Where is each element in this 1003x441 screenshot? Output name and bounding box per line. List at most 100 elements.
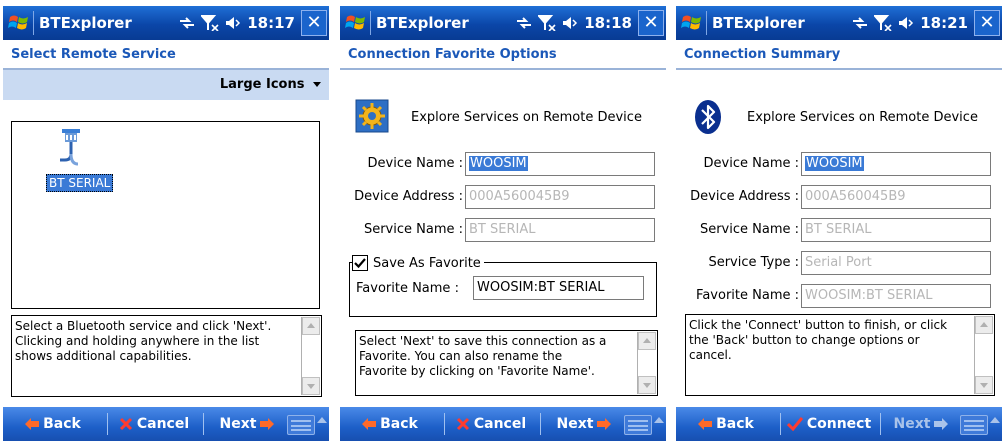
view-mode-bar: Large Icons xyxy=(3,70,329,100)
favorite-name-field[interactable]: WOOSIM:BT SERIAL xyxy=(473,276,644,300)
device-address-label: Device Address : xyxy=(690,189,799,204)
service-item[interactable]: BT SERIAL xyxy=(42,128,122,198)
keyboard-icon[interactable] xyxy=(960,415,988,435)
title-bar: BTExplorer 18:18 ✕ xyxy=(340,6,666,40)
scrollbar[interactable] xyxy=(637,332,656,394)
toolbar-divider xyxy=(540,413,541,435)
scroll-up-button[interactable] xyxy=(638,332,656,350)
back-button[interactable]: Back xyxy=(3,407,103,441)
clock[interactable]: 18:17 xyxy=(247,14,295,32)
checkmark-icon xyxy=(352,255,368,271)
signal-off-icon[interactable] xyxy=(538,15,556,31)
service-name-label: Service Name : xyxy=(699,222,799,237)
help-text: Select 'Next' to save this connection as… xyxy=(359,334,607,378)
volume-icon[interactable] xyxy=(225,16,241,30)
screen-select-remote-service: BTExplorer 18:17 ✕ Select Remote Service… xyxy=(3,6,329,441)
view-mode-label: Large Icons xyxy=(219,77,305,92)
help-text: Click the 'Connect' button to finish, or… xyxy=(689,318,948,362)
save-favorite-checkbox[interactable]: Save As Favorite xyxy=(352,255,484,271)
bottom-toolbar: Back Connect Next xyxy=(676,407,1002,441)
connectivity-icon[interactable] xyxy=(852,16,868,30)
scroll-up-button[interactable] xyxy=(975,316,993,334)
toolbar-divider xyxy=(203,413,204,435)
scrollbar[interactable] xyxy=(974,316,993,394)
keyboard-icon[interactable] xyxy=(624,415,652,435)
section-heading: Explore Services on Remote Device xyxy=(747,110,978,125)
cancel-x-icon xyxy=(456,417,469,431)
clock[interactable]: 18:18 xyxy=(584,14,632,32)
page-title: Connection Favorite Options xyxy=(348,47,557,62)
device-name-field[interactable]: WOOSIM xyxy=(465,152,655,176)
app-title: BTExplorer xyxy=(39,14,132,32)
device-address-field[interactable]: 000A560045B9 xyxy=(801,185,991,209)
status-area: 18:18 xyxy=(516,13,632,33)
connect-button[interactable]: Connect xyxy=(781,407,877,441)
cancel-button[interactable]: Cancel xyxy=(108,407,200,441)
volume-icon[interactable] xyxy=(898,16,914,30)
close-button[interactable]: ✕ xyxy=(301,10,327,36)
signal-off-icon[interactable] xyxy=(201,15,219,31)
close-button[interactable]: ✕ xyxy=(638,10,664,36)
service-name-field[interactable]: BT SERIAL xyxy=(801,218,991,242)
cancel-x-icon xyxy=(119,417,132,431)
input-panel-caret-icon[interactable] xyxy=(654,417,664,423)
scroll-down-button[interactable] xyxy=(975,376,993,394)
next-button[interactable]: Next xyxy=(882,407,960,441)
volume-icon[interactable] xyxy=(562,16,578,30)
back-label: Back xyxy=(380,416,418,432)
page-header: Select Remote Service xyxy=(3,40,329,70)
input-panel-caret-icon[interactable] xyxy=(317,417,327,423)
next-button[interactable]: Next xyxy=(207,407,287,441)
connectivity-icon[interactable] xyxy=(179,16,195,30)
service-name-value: BT SERIAL xyxy=(469,222,536,237)
back-label: Back xyxy=(716,416,754,432)
back-label: Back xyxy=(43,416,81,432)
title-separator xyxy=(370,11,371,35)
scroll-up-button[interactable] xyxy=(302,317,320,335)
favorite-name-label: Favorite Name : xyxy=(356,281,459,296)
title-separator xyxy=(706,11,707,35)
view-mode-dropdown[interactable]: Large Icons xyxy=(220,77,321,92)
back-button[interactable]: Back xyxy=(676,407,776,441)
favorite-name-value: WOOSIM:BT SERIAL xyxy=(805,288,933,303)
title-bar: BTExplorer 18:17 ✕ xyxy=(3,6,329,40)
help-text-box: Select 'Next' to save this connection as… xyxy=(355,330,658,396)
device-name-label: Device Name : xyxy=(703,156,799,171)
serial-port-icon xyxy=(60,129,80,166)
chevron-down-icon xyxy=(313,82,321,87)
scroll-down-button[interactable] xyxy=(302,377,320,395)
bottom-toolbar: Back Cancel Next xyxy=(340,407,666,441)
next-button[interactable]: Next xyxy=(544,407,624,441)
windows-start-icon[interactable] xyxy=(345,12,367,34)
favorite-name-field[interactable]: WOOSIM:BT SERIAL xyxy=(801,284,991,308)
scroll-down-button[interactable] xyxy=(638,376,656,394)
status-area: 18:17 xyxy=(179,13,295,33)
signal-off-icon[interactable] xyxy=(874,15,892,31)
clock[interactable]: 18:21 xyxy=(920,14,968,32)
back-arrow-icon xyxy=(362,418,377,430)
cancel-label: Cancel xyxy=(136,416,190,432)
keyboard-icon[interactable] xyxy=(287,415,315,435)
windows-start-icon[interactable] xyxy=(8,12,30,34)
service-type-value: Serial Port xyxy=(805,255,872,270)
service-list[interactable]: BT SERIAL xyxy=(11,121,320,309)
status-area: 18:21 xyxy=(852,13,968,33)
app-title: BTExplorer xyxy=(376,14,469,32)
cancel-button[interactable]: Cancel xyxy=(445,407,537,441)
service-name-value: BT SERIAL xyxy=(805,222,872,237)
back-button[interactable]: Back xyxy=(340,407,440,441)
connectivity-icon[interactable] xyxy=(516,16,532,30)
service-type-label: Service Type : xyxy=(708,255,799,270)
service-name-field[interactable]: BT SERIAL xyxy=(465,218,655,242)
windows-start-icon[interactable] xyxy=(681,12,703,34)
scrollbar[interactable] xyxy=(301,317,320,395)
input-panel-caret-icon[interactable] xyxy=(990,417,1000,423)
device-address-field[interactable]: 000A560045B9 xyxy=(465,185,655,209)
service-name-label: Service Name : xyxy=(363,222,463,237)
connect-label: Connect xyxy=(806,416,872,432)
device-name-field[interactable]: WOOSIM xyxy=(801,152,991,176)
close-button[interactable]: ✕ xyxy=(974,10,1000,36)
next-label: Next xyxy=(219,416,257,432)
device-name-value: WOOSIM xyxy=(805,156,864,171)
service-type-field[interactable]: Serial Port xyxy=(801,251,991,275)
